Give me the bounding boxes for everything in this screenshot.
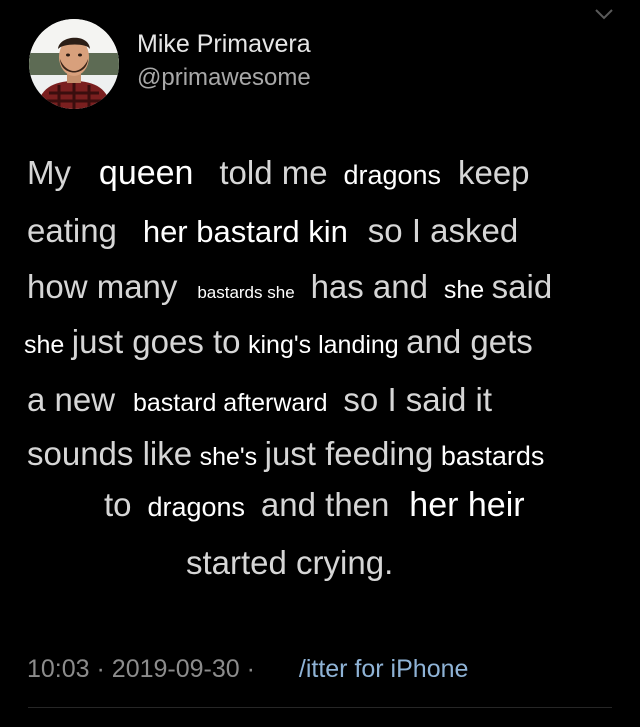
tweet-text-edited-segment: king's landing bbox=[245, 331, 402, 359]
tweet-line: how many bastards she has and she said bbox=[27, 268, 553, 305]
tweet-text-segment: just feeding bbox=[264, 435, 434, 472]
tweet-text-edited-segment: she bbox=[440, 276, 488, 304]
tweet-text-edited-segment: bastard afterward bbox=[129, 389, 331, 417]
tweet-text-edited-segment: her bastard kin bbox=[139, 214, 351, 249]
profile-photo-icon bbox=[29, 19, 119, 109]
tweet-meta: 10:03 · 2019-09-30 · /itter for iPhone bbox=[27, 655, 468, 684]
tweet-text-edited-segment: her heir bbox=[406, 486, 528, 524]
tweet-text-edited-segment: queen bbox=[95, 154, 197, 192]
tweet-text-segment: eating bbox=[27, 212, 117, 249]
tweet-text-segment: sounds like bbox=[27, 435, 193, 472]
tweet-text-edited-segment: bastards bbox=[437, 441, 548, 471]
tweet-text-segment: so I asked bbox=[367, 212, 519, 249]
tweet-text-segment: a new bbox=[27, 381, 116, 418]
tweet-line: My queen told me dragons keep bbox=[27, 154, 530, 192]
tweet-time[interactable]: 10:03 bbox=[27, 655, 90, 683]
tweet-line: a new bastard afterward so I said it bbox=[27, 381, 492, 418]
tweet-text-segment: said bbox=[491, 268, 553, 305]
tweet-text-segment: has and bbox=[310, 268, 428, 305]
tweet-text-edited-segment: she's bbox=[196, 443, 261, 471]
tweet-text-segment: to bbox=[104, 486, 132, 523]
tweet-line: sounds like she's just feeding bastards bbox=[27, 435, 548, 472]
tweet-text-segment: just goes to bbox=[71, 323, 241, 360]
tweet-text-edited-segment: dragons bbox=[340, 160, 445, 190]
tweet-text-segment: keep bbox=[457, 154, 530, 191]
avatar[interactable] bbox=[29, 19, 119, 109]
tweet-line: started crying. bbox=[186, 546, 393, 579]
tweet-text-segment: so I said it bbox=[343, 381, 492, 418]
tweet-text-segment: told me bbox=[219, 154, 328, 191]
tweet-line: she just goes to king's landing and gets bbox=[21, 323, 533, 360]
tweet-date[interactable]: 2019-09-30 bbox=[112, 655, 240, 683]
tweet-text-edited-segment: bastards she bbox=[194, 283, 298, 302]
author-display-name[interactable]: Mike Primavera bbox=[137, 30, 311, 59]
meta-separator: · bbox=[96, 655, 105, 683]
tweet-text-segment: and then bbox=[260, 486, 390, 523]
tweet-text-segment: started crying. bbox=[186, 544, 394, 581]
tweet-text-edited-segment: she bbox=[21, 331, 68, 359]
tweet-text-edited-segment: dragons bbox=[144, 492, 249, 522]
tweet-text-segment: and gets bbox=[406, 323, 533, 360]
author-handle[interactable]: @primawesome bbox=[137, 64, 311, 92]
tweet-line: to dragons and then her heir bbox=[104, 486, 528, 524]
tweet-text-segment: how many bbox=[27, 268, 178, 305]
tweet-text-segment: My bbox=[27, 154, 71, 191]
meta-separator: · bbox=[246, 655, 255, 683]
tweet-source-link[interactable]: /itter for iPhone bbox=[299, 655, 469, 683]
chevron-down-icon[interactable] bbox=[594, 7, 614, 21]
divider bbox=[28, 707, 612, 708]
tweet-line: eating her bastard kin so I asked bbox=[27, 212, 519, 249]
